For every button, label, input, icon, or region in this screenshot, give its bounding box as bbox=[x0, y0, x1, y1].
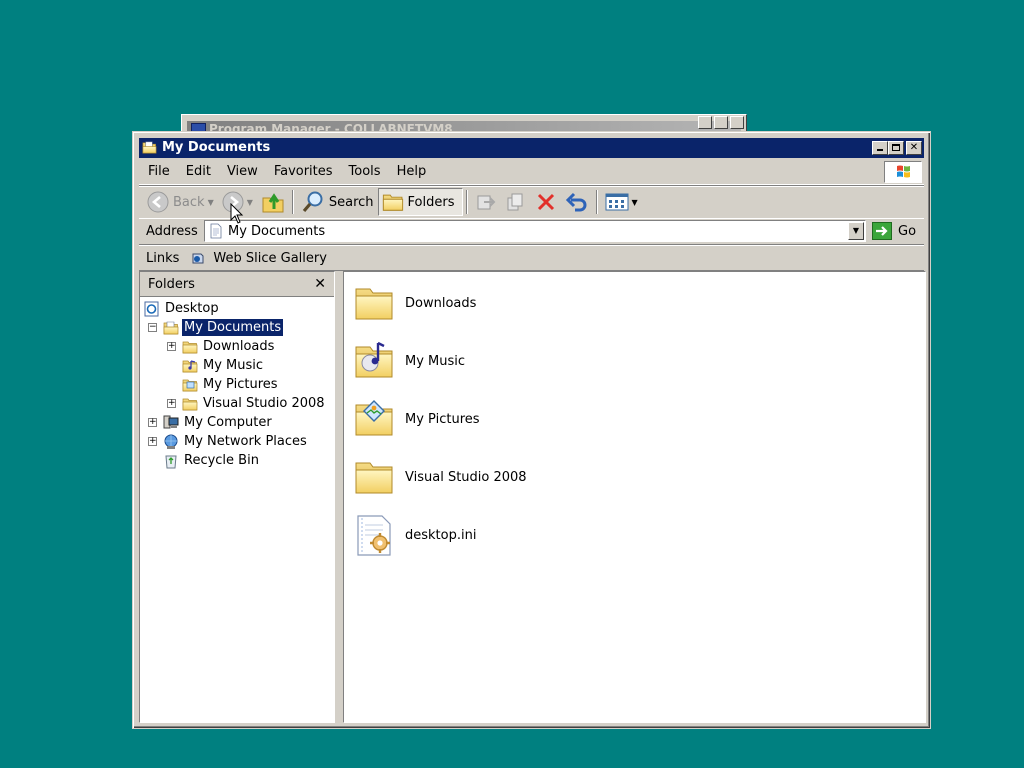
pictures-folder-icon bbox=[182, 377, 198, 393]
maximize-button[interactable] bbox=[888, 141, 904, 155]
folder-icon bbox=[182, 339, 198, 355]
go-button[interactable]: Go bbox=[872, 222, 916, 240]
minimize-button[interactable] bbox=[872, 141, 888, 155]
copy-to-icon bbox=[507, 193, 522, 211]
tree-item-my-music[interactable]: My Music bbox=[140, 356, 334, 375]
my-documents-icon bbox=[163, 320, 179, 336]
toolbar-separator bbox=[595, 190, 598, 214]
my-computer-icon bbox=[163, 415, 179, 428]
menu-favorites[interactable]: Favorites bbox=[266, 161, 341, 183]
desktop-icon bbox=[144, 301, 159, 316]
file-item-visual-studio-2008[interactable]: Visual Studio 2008 bbox=[352, 452, 527, 502]
file-item-desktop-ini[interactable]: desktop.ini bbox=[352, 510, 476, 560]
music-folder-icon bbox=[352, 341, 396, 383]
move-to-button[interactable] bbox=[471, 188, 501, 216]
file-item-downloads[interactable]: Downloads bbox=[352, 278, 476, 328]
folder-tree: Desktop − My Documents + Downloads My Mu… bbox=[140, 297, 334, 470]
forward-dropdown-icon[interactable]: ▼ bbox=[247, 198, 253, 207]
folder-icon bbox=[352, 281, 396, 325]
recycle-bin-icon bbox=[165, 455, 177, 468]
mouse-cursor-icon bbox=[230, 203, 244, 224]
explorer-window: My Documents ✕ File Edit View Favorites … bbox=[132, 131, 931, 729]
copy-to-button[interactable] bbox=[501, 188, 531, 216]
folders-pane-title: Folders bbox=[148, 276, 195, 292]
tree-item-desktop[interactable]: Desktop bbox=[140, 299, 334, 318]
tree-item-recycle-bin[interactable]: Recycle Bin bbox=[140, 451, 334, 470]
folders-pane: Folders ✕ Desktop − My Documents + Downl… bbox=[139, 271, 335, 723]
delete-icon bbox=[537, 193, 554, 211]
tree-item-my-pictures[interactable]: My Pictures bbox=[140, 375, 334, 394]
close-pane-icon[interactable]: ✕ bbox=[314, 276, 326, 292]
close-button[interactable]: ✕ bbox=[906, 141, 922, 155]
my-documents-icon bbox=[208, 223, 224, 239]
windows-logo-icon bbox=[884, 161, 922, 183]
move-to-icon bbox=[477, 195, 495, 210]
tree-item-my-documents[interactable]: − My Documents bbox=[140, 318, 334, 337]
back-button[interactable]: Back ▼ bbox=[143, 188, 218, 216]
address-dropdown-button[interactable]: ▼ bbox=[848, 222, 864, 240]
views-dropdown-icon[interactable]: ▼ bbox=[632, 198, 638, 207]
expand-icon[interactable]: + bbox=[167, 342, 176, 351]
toolbar-separator bbox=[465, 190, 468, 214]
up-folder-icon bbox=[262, 193, 284, 213]
delete-button[interactable] bbox=[531, 188, 561, 216]
undo-icon bbox=[565, 192, 586, 212]
menu-help[interactable]: Help bbox=[389, 161, 435, 183]
file-item-my-music[interactable]: My Music bbox=[352, 336, 465, 386]
address-bar: Address My Documents ▼ Go bbox=[139, 218, 924, 245]
link-web-slice-gallery[interactable]: Web Slice Gallery bbox=[191, 251, 327, 266]
menu-bar: File Edit View Favorites Tools Help bbox=[139, 160, 924, 185]
music-folder-icon bbox=[182, 359, 198, 374]
window-controls: ✕ bbox=[872, 141, 922, 155]
address-value: My Documents bbox=[228, 223, 326, 239]
address-field[interactable]: My Documents ▼ bbox=[204, 220, 866, 242]
close-button[interactable] bbox=[730, 116, 744, 129]
collapse-icon[interactable]: − bbox=[148, 323, 157, 332]
folder-icon bbox=[352, 455, 396, 499]
views-button[interactable]: ▼ bbox=[601, 188, 642, 216]
tree-item-visual-studio-2008[interactable]: + Visual Studio 2008 bbox=[140, 394, 334, 413]
links-bar: Links Web Slice Gallery bbox=[139, 245, 924, 271]
file-list-pane: Downloads My Music My Pictures Visual St… bbox=[343, 271, 926, 723]
up-folder-button[interactable] bbox=[257, 188, 289, 216]
views-icon bbox=[605, 193, 628, 211]
expand-icon[interactable]: + bbox=[148, 437, 157, 446]
expand-icon[interactable]: + bbox=[167, 399, 176, 408]
title-bar[interactable]: My Documents ✕ bbox=[139, 138, 924, 158]
pictures-folder-icon bbox=[352, 400, 396, 441]
search-icon bbox=[302, 191, 323, 213]
my-documents-icon bbox=[141, 140, 158, 155]
back-dropdown-icon[interactable]: ▼ bbox=[208, 198, 214, 207]
back-arrow-icon bbox=[147, 191, 169, 213]
minimize-button[interactable] bbox=[698, 116, 712, 129]
toolbar-separator bbox=[291, 190, 294, 214]
folders-button[interactable]: Folders bbox=[377, 188, 463, 216]
settings-file-icon bbox=[357, 515, 391, 556]
tree-item-downloads[interactable]: + Downloads bbox=[140, 337, 334, 356]
menu-tools[interactable]: Tools bbox=[341, 161, 389, 183]
folders-icon bbox=[382, 191, 404, 213]
folders-pane-header: Folders ✕ bbox=[140, 272, 334, 297]
menu-edit[interactable]: Edit bbox=[178, 161, 219, 183]
go-arrow-icon bbox=[872, 222, 892, 240]
menu-view[interactable]: View bbox=[219, 161, 266, 183]
address-label: Address bbox=[146, 223, 198, 239]
undo-button[interactable] bbox=[561, 188, 593, 216]
expand-icon[interactable]: + bbox=[148, 418, 157, 427]
background-window-controls bbox=[698, 116, 744, 129]
links-label: Links bbox=[146, 250, 180, 266]
maximize-button[interactable] bbox=[714, 116, 728, 129]
window-title: My Documents bbox=[162, 140, 271, 155]
search-button[interactable]: Search bbox=[297, 188, 378, 216]
tree-item-my-network-places[interactable]: + My Network Places bbox=[140, 432, 334, 451]
network-places-icon bbox=[164, 434, 178, 449]
folder-icon bbox=[182, 396, 198, 412]
file-item-my-pictures[interactable]: My Pictures bbox=[352, 394, 480, 444]
web-slice-icon bbox=[192, 253, 204, 264]
menu-file[interactable]: File bbox=[139, 161, 178, 183]
tree-item-my-computer[interactable]: + My Computer bbox=[140, 413, 334, 432]
standard-toolbar: Back ▼ ▼ Search Folders ▼ bbox=[139, 185, 924, 219]
